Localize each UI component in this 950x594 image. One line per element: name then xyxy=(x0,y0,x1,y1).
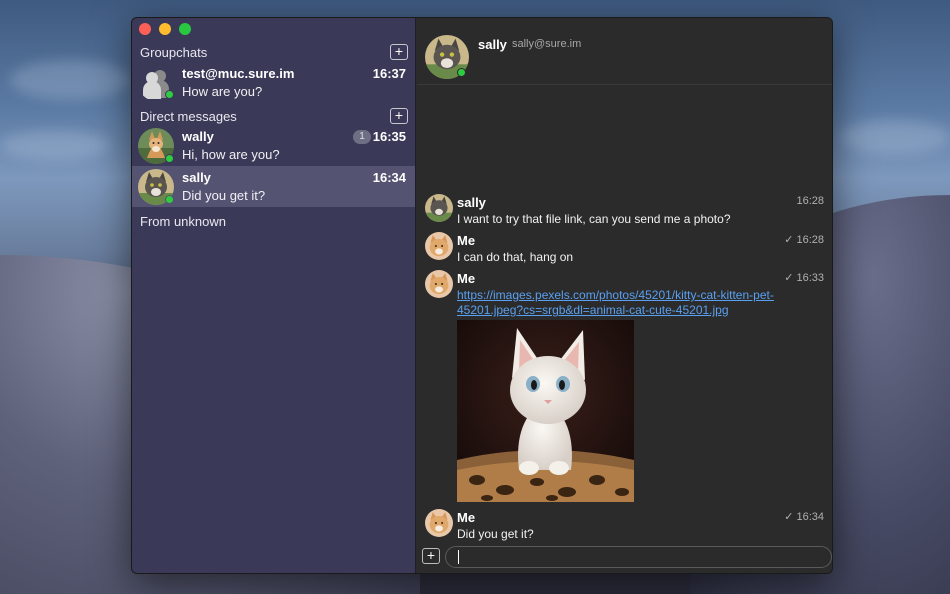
online-status-icon xyxy=(457,68,466,77)
groupchat-row[interactable]: test@muc.sure.im 16:37 How are you? xyxy=(132,62,415,103)
contact-time: 16:34 xyxy=(372,170,406,185)
contact-row-sally[interactable]: sally 16:34 Did you get it? xyxy=(132,166,415,207)
contact-time: 16:35 xyxy=(372,129,406,144)
online-status-icon xyxy=(165,90,174,99)
unread-count-badge: 1 xyxy=(353,130,371,144)
message-item: Me ✓ 16:33 https://images.pexels.com/pho… xyxy=(425,270,824,506)
white-kitten-photo[interactable] xyxy=(457,320,634,502)
online-status-icon xyxy=(165,195,174,204)
sender-avatar xyxy=(425,194,453,222)
message-time: ✓ 16:28 xyxy=(784,234,824,246)
contact-name: sally xyxy=(478,37,507,52)
message-sender: Me xyxy=(457,271,476,286)
message-text: I can do that, hang on xyxy=(457,250,574,264)
message-text: I want to try that file link, can you se… xyxy=(457,212,731,226)
contact-last-message: Did you get it? xyxy=(182,188,266,203)
online-status-icon xyxy=(165,154,174,163)
message-sender: Me xyxy=(457,510,476,525)
groupchat-name: test@muc.sure.im xyxy=(182,66,295,81)
groupchat-time: 16:37 xyxy=(372,66,406,81)
contact-jid: sally@sure.im xyxy=(512,38,582,50)
message-item: Me ✓ 16:34 Did you get it? xyxy=(425,509,824,545)
app-window: Groupchats + test@muc.sure.im 16:37 How … xyxy=(131,17,833,574)
sidebar: Groupchats + test@muc.sure.im 16:37 How … xyxy=(132,18,416,573)
add-direct-message-button[interactable]: + xyxy=(390,108,408,124)
text-caret xyxy=(458,550,459,564)
from-unknown-heading[interactable]: From unknown xyxy=(140,214,226,229)
message-time: 16:28 xyxy=(796,195,824,207)
message-item: sally 16:28 I want to try that file link… xyxy=(425,194,824,230)
message-time: ✓ 16:34 xyxy=(784,511,824,523)
zoom-window-button[interactable] xyxy=(179,23,191,35)
groupchat-last-message: How are you? xyxy=(182,84,263,99)
contact-last-message: Hi, how are you? xyxy=(182,147,280,162)
chat-header: sally sally@sure.im xyxy=(417,18,832,85)
message-composer: + xyxy=(417,545,832,573)
message-time: ✓ 16:33 xyxy=(784,272,824,284)
my-avatar xyxy=(425,232,453,260)
message-sender: Me xyxy=(457,233,476,248)
file-link[interactable]: https://images.pexels.com/photos/45201/k… xyxy=(457,288,777,318)
groupchats-heading: Groupchats xyxy=(140,45,208,60)
window-controls xyxy=(139,23,191,35)
add-groupchat-button[interactable]: + xyxy=(390,44,408,60)
contact-row-wally[interactable]: wally 1 16:35 Hi, how are you? xyxy=(132,125,415,166)
desktop-cloud xyxy=(10,60,130,100)
desktop-cloud xyxy=(840,120,950,154)
message-sender: sally xyxy=(457,195,486,210)
contact-name: sally xyxy=(182,170,211,185)
contact-name: wally xyxy=(182,129,214,144)
my-avatar xyxy=(425,270,453,298)
close-window-button[interactable] xyxy=(139,23,151,35)
message-input[interactable] xyxy=(445,546,832,568)
chat-panel: sally sally@sure.im sally 16:28 I want t… xyxy=(417,18,832,573)
message-item: Me ✓ 16:28 I can do that, hang on xyxy=(425,232,824,268)
my-avatar xyxy=(425,509,453,537)
desktop-cloud xyxy=(0,130,110,160)
minimize-window-button[interactable] xyxy=(159,23,171,35)
attach-file-button[interactable]: + xyxy=(422,548,440,564)
direct-messages-heading: Direct messages xyxy=(140,109,237,124)
message-text: Did you get it? xyxy=(457,527,534,541)
